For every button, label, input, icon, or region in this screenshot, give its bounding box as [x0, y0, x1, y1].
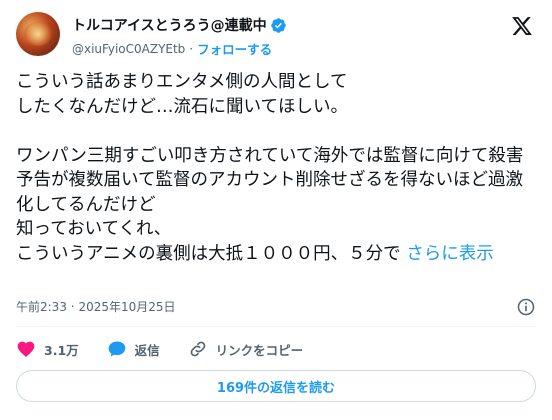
tweet-time[interactable]: 午前2:33 — [16, 300, 67, 314]
tweet-body: こういう話あまりエンタメ側の人間として したくなんだけど…流石に聞いてほしい。 … — [16, 72, 524, 264]
tweet-date[interactable]: 2025年10月25日 — [78, 300, 175, 314]
follow-button[interactable]: フォローする — [197, 39, 272, 58]
like-button[interactable]: 3.1万 — [16, 339, 79, 359]
read-replies-button[interactable]: 169件の返信を読む — [16, 370, 536, 402]
tweet-card: トルコアイスとうろう@連載中 @xiuFyioC0AZYEtb · フォローする… — [0, 0, 552, 420]
handle-row: @xiuFyioC0AZYEtb · フォローする — [72, 39, 272, 58]
link-icon — [190, 341, 206, 357]
display-name[interactable]: トルコアイスとうろう@連載中 — [72, 15, 267, 35]
copy-link-label: リンクをコピー — [215, 342, 304, 358]
x-logo-icon[interactable] — [510, 15, 534, 37]
tweet-text: こういう話あまりエンタメ側の人間として したくなんだけど…流石に聞いてほしい。 … — [16, 70, 538, 266]
info-icon[interactable] — [516, 297, 536, 317]
heart-icon — [17, 341, 35, 357]
name-row: トルコアイスとうろう@連載中 — [72, 15, 287, 35]
reply-button[interactable]: 返信 — [107, 339, 160, 359]
reply-label: 返信 — [134, 342, 160, 358]
tweet-meta: 午前2:33 · 2025年10月25日 — [16, 298, 536, 318]
show-more-link[interactable]: さらに表示 — [406, 244, 494, 264]
copy-link-button[interactable]: リンクをコピー — [188, 339, 304, 359]
speech-bubble-icon — [108, 341, 125, 357]
tweet-header: トルコアイスとうろう@連載中 @xiuFyioC0AZYEtb · フォローする — [16, 12, 536, 58]
separator-dot: · — [189, 41, 194, 56]
meta-separator: · — [70, 299, 75, 314]
divider — [16, 326, 536, 327]
action-bar: 3.1万 返信 リンクをコピー — [16, 336, 331, 362]
handle[interactable]: @xiuFyioC0AZYEtb — [72, 42, 185, 56]
avatar[interactable] — [16, 12, 60, 56]
verified-badge-icon — [270, 17, 286, 33]
like-count: 3.1万 — [44, 342, 79, 358]
